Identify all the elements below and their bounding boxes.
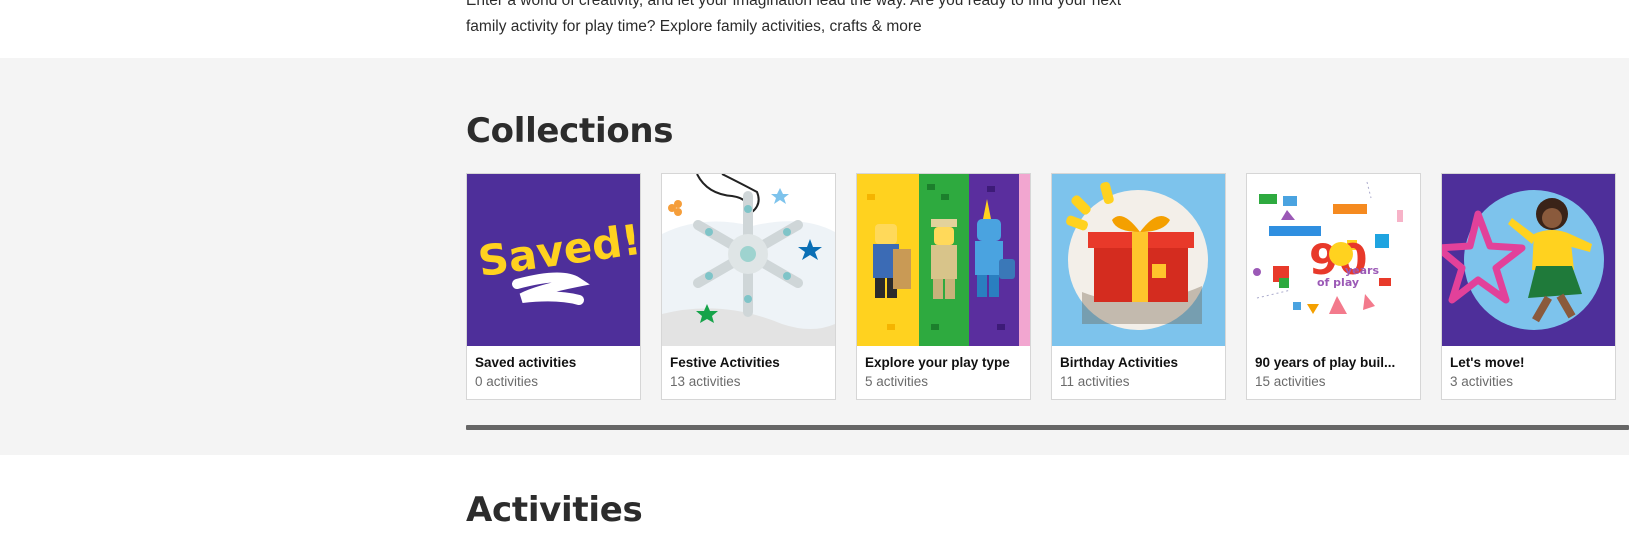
card-title: Explore your play type [865,355,1010,370]
saved-thumbnail: Saved! [467,174,640,346]
card-count: 13 activities [670,374,741,389]
card-title: Festive Activities [670,355,780,370]
snowflake-thumbnail [662,174,835,346]
gift-thumbnail [1052,174,1225,346]
collection-card-play-type[interactable]: Explore your play type 5 activities [856,173,1031,400]
card-count: 11 activities [1060,374,1130,389]
intro-description: Enter a world of creativity, and let you… [466,0,1226,40]
card-title: Birthday Activities [1060,355,1179,370]
ninety-years-thumbnail: 90 years of play [1247,174,1420,346]
activities-heading: Activities [466,490,643,530]
collection-card-90-years[interactable]: 90 years of play 90 years of play buil..… [1246,173,1421,400]
card-title: Saved activities [475,355,577,370]
collection-card-birthday[interactable]: Birthday Activities 11 activities [1051,173,1226,400]
jumping-girl-thumbnail [1442,174,1615,346]
intro-line-2: family activity for play time? Explore f… [466,18,922,35]
collections-carousel: Saved! Saved activities 0 activities Fes… [466,173,1629,401]
carousel-scrollbar[interactable] [466,425,1629,430]
card-count: 15 activities [1255,374,1326,389]
card-title: Let's move! [1450,355,1525,370]
minifigures-thumbnail [857,174,1030,346]
collections-section: Collections Saved! Saved activities 0 ac… [0,58,1629,455]
card-title: 90 years of play buil... [1255,355,1396,370]
of-play-text: of play [1317,276,1359,289]
card-count: 0 activities [475,374,539,389]
collection-card-lets-move[interactable]: Let's move! 3 activities [1441,173,1616,400]
card-count: 3 activities [1450,374,1514,389]
card-count: 5 activities [865,374,929,389]
intro-line-1: Enter a world of creativity, and let you… [466,0,1122,9]
collection-card-saved[interactable]: Saved! Saved activities 0 activities [466,173,641,400]
collections-heading: Collections [466,111,674,151]
intro-section: Enter a world of creativity, and let you… [0,0,1629,58]
collection-card-festive[interactable]: Festive Activities 13 activities [661,173,836,400]
